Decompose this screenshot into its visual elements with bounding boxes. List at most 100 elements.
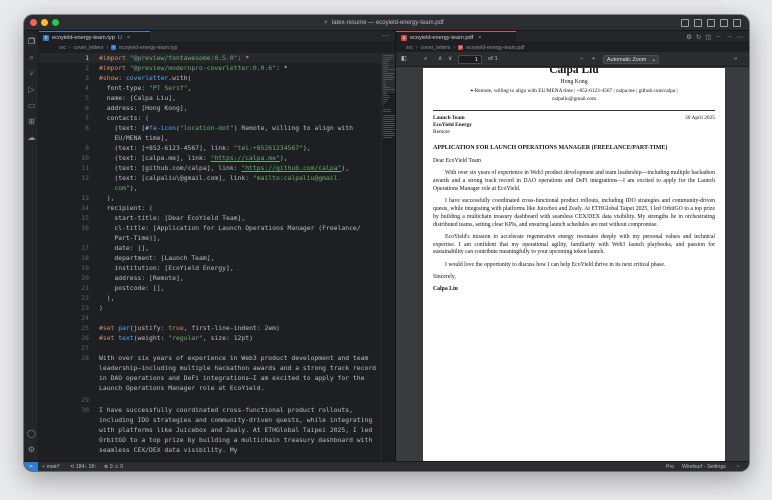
breadcrumb-folder[interactable]: cover_letters: [421, 45, 451, 51]
cloud-icon[interactable]: ☁: [27, 133, 36, 142]
code-line[interactable]: 19 institution: [EcoYield Energy],: [39, 263, 381, 273]
breadcrumb: src › cover_letters › t ecoyield-energy-…: [59, 44, 178, 51]
code-line[interactable]: Part-Time)],: [39, 233, 381, 243]
code-line[interactable]: 11 (text: [github.com/calpa], link: "htt…: [39, 163, 381, 173]
more-actions-icon[interactable]: ⋯: [737, 33, 744, 41]
sidebar-toggle-icon[interactable]: ◧: [401, 55, 406, 64]
pro-status[interactable]: Pro: [666, 462, 674, 471]
account-icon[interactable]: ◯: [27, 429, 36, 438]
code-line[interactable]: 12 (text: [calpaliu\@gmail.com], link: "…: [39, 173, 381, 183]
tab-pdf-file[interactable]: p ecoyield-energy-team.pdf ×: [396, 31, 516, 43]
code-line[interactable]: 13 ),: [39, 193, 381, 203]
source-control-icon[interactable]: ⑂: [27, 69, 36, 78]
more-tools-icon[interactable]: »: [734, 55, 737, 64]
files-icon[interactable]: ❐: [27, 37, 36, 46]
code-line[interactable]: 14 recipient: (: [39, 203, 381, 213]
close-window-button[interactable]: [30, 19, 37, 26]
code-line[interactable]: 1 #import "@preview/fontawesome:0.5.0": *: [39, 53, 381, 63]
zoom-out-icon[interactable]: −: [580, 55, 583, 64]
code-line[interactable]: 24: [39, 313, 381, 323]
layout-toggle-icon[interactable]: [681, 19, 689, 27]
code-line[interactable]: 26 #set text(weight: "regular", size: 12p…: [39, 333, 381, 343]
refresh-icon[interactable]: ↻: [696, 33, 701, 41]
search-icon[interactable]: ⌕: [27, 53, 36, 62]
notifications-bell-icon[interactable]: ◔: [736, 462, 739, 471]
code-line[interactable]: 9 (text: [+852-6123-4567], link: "tel:+8…: [39, 143, 381, 153]
minimap-line: [383, 97, 390, 98]
code-line[interactable]: 29: [39, 395, 381, 405]
breadcrumb-file[interactable]: ecoyield-energy-team.pdf: [466, 45, 525, 51]
minimap[interactable]: [381, 53, 396, 461]
panel-toggle-icon[interactable]: [707, 19, 715, 27]
sidebar-toggle-icon[interactable]: [694, 19, 702, 27]
previous-page-icon[interactable]: ∧: [438, 55, 442, 64]
code-token: , size: 12pt): [202, 334, 253, 342]
minimize-window-button[interactable]: [41, 19, 48, 26]
code-line[interactable]: 4 font-type: "PT Serif",: [39, 83, 381, 93]
code-line[interactable]: 15 start-title: [Dear EcoYield Team],: [39, 213, 381, 223]
line-number: 2: [85, 64, 89, 72]
code-line[interactable]: 30 I have successfully coordinated cross-…: [39, 405, 381, 455]
zoom-select[interactable]: Automatic Zoom ⌄: [603, 55, 659, 64]
code-line[interactable]: 6 address: [Hong Kong],: [39, 103, 381, 113]
code-line[interactable]: 17 date: [],: [39, 243, 381, 253]
code-line[interactable]: com"),: [39, 183, 381, 193]
more-actions-icon[interactable]: ⋯: [382, 32, 389, 40]
code-line[interactable]: 20 address: [Remote],: [39, 273, 381, 283]
breadcrumb-file[interactable]: ecoyield-energy-team.typ: [119, 45, 177, 51]
settings-icon[interactable]: ⚙: [686, 33, 692, 41]
code-line[interactable]: 28 With over six years of experience in W…: [39, 353, 381, 393]
code-line[interactable]: 18 department: [Launch Team],: [39, 253, 381, 263]
status-bar: ⌁ ⑂ main* ⟲ 184↓ 18↑ ⊗ 0 ⚠ 0 Pro Windsur…: [24, 461, 749, 471]
forward-arrow-icon[interactable]: →: [726, 33, 733, 41]
minimap-line: [383, 55, 393, 56]
run-debug-icon[interactable]: ▷: [27, 85, 36, 94]
find-icon[interactable]: ⌕: [424, 55, 427, 64]
line-number: 30: [81, 406, 89, 414]
code-line[interactable]: 16 cl-title: [Application for Launch Ope…: [39, 223, 381, 233]
code-area[interactable]: 1 #import "@preview/fontawesome:0.5.0": *…: [39, 53, 381, 461]
breadcrumb-src[interactable]: src: [59, 45, 66, 51]
code-line[interactable]: 22 ),: [39, 293, 381, 303]
extensions-icon[interactable]: ⊞: [27, 117, 36, 126]
tab-typ-file[interactable]: t ecoyield-energy-team.typ U ×: [39, 31, 150, 43]
code-line[interactable]: 5 name: [Calpa Liu],: [39, 93, 381, 103]
maximize-window-button[interactable]: [52, 19, 59, 26]
remote-indicator-icon[interactable]: ⌁: [24, 462, 38, 471]
command-center-search[interactable]: ⌕ latex-resume — ecoyield-energy-team.pd…: [324, 17, 494, 29]
minimap-line: [383, 123, 395, 124]
page-number-input[interactable]: 1: [458, 55, 482, 64]
code-line[interactable]: 25 #set par(justify: true, first-line-ind…: [39, 323, 381, 333]
paragraph-3: EcoYield's mission to accelerate regener…: [433, 233, 715, 256]
code-line[interactable]: 3 #show: coverletter.with(: [39, 73, 381, 83]
zoom-in-icon[interactable]: +: [592, 55, 595, 64]
code-token: (justify:: [129, 324, 169, 332]
manage-gear-icon[interactable]: ⚙: [27, 445, 36, 454]
code-text: (text: [github.com/calpa], link: "https:…: [99, 163, 349, 173]
close-tab-icon[interactable]: ×: [127, 35, 130, 41]
code-line[interactable]: 21 postcode: [],: [39, 283, 381, 293]
code-line[interactable]: 23): [39, 303, 381, 313]
code-line[interactable]: 7 contacts: (: [39, 113, 381, 123]
code-line[interactable]: 10 (text: [calpa.me], link: "https://cal…: [39, 153, 381, 163]
remote-icon[interactable]: ▭: [27, 101, 36, 110]
branch-status[interactable]: ⑂ main*: [42, 462, 60, 471]
close-tab-icon[interactable]: ×: [478, 35, 481, 41]
windsurf-settings[interactable]: Windsurf - Settings: [682, 462, 726, 471]
problems-status[interactable]: ⊗ 0 ⚠ 0: [104, 462, 123, 471]
code-line[interactable]: 27: [39, 343, 381, 353]
split-editor-icon[interactable]: ◫: [705, 33, 711, 41]
code-line[interactable]: 8 (text: [#fa-icon("location-dot") Remot…: [39, 123, 381, 133]
code-text: contacts: (: [99, 113, 149, 123]
code-line[interactable]: 2 #import "@preview/modernpro-coverletter…: [39, 63, 381, 73]
minimap-line: [383, 63, 388, 64]
customize-layout-icon[interactable]: [733, 19, 741, 27]
back-arrow-icon[interactable]: ←: [716, 33, 723, 41]
letter-subject: APPLICATION FOR LAUNCH OPERATIONS MANAGE…: [433, 145, 668, 151]
code-line[interactable]: EU/MENA time],: [39, 133, 381, 143]
sync-status[interactable]: ⟲ 184↓ 18↑: [70, 462, 97, 471]
breadcrumb-folder[interactable]: cover_letters: [74, 45, 104, 51]
secondary-sidebar-toggle-icon[interactable]: [720, 19, 728, 27]
next-page-icon[interactable]: ∨: [448, 55, 452, 64]
breadcrumb-src[interactable]: src: [406, 45, 413, 51]
